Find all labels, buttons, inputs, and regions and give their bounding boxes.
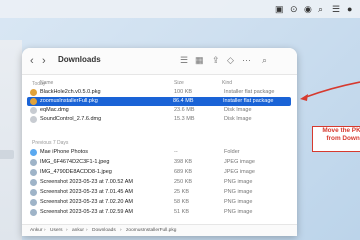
- file-name: IMG_6F4674D2C3F1-1.jpeg: [40, 159, 110, 165]
- file-kind: Disk Image: [224, 107, 252, 113]
- disk-image-icon: [30, 107, 37, 114]
- file-size: 23.6 MB: [174, 107, 195, 113]
- file-size: 100 KB: [174, 89, 193, 95]
- file-name: Mae iPhone Photos: [40, 149, 89, 155]
- file-size: 25 KB: [174, 189, 189, 195]
- menu-bar: ▣ ⊙ ◉ ⌕ ☰ ●: [0, 0, 360, 18]
- section-previous: Previous 7 Days: [32, 140, 69, 146]
- callout-line2: from Downl: [326, 135, 360, 142]
- file-kind: Installer flat package: [223, 98, 274, 104]
- file-name: Screenshot 2023-05-23 at 7.02.59 AM: [40, 209, 133, 215]
- callout-line1: Move the PKG: [322, 127, 360, 134]
- finder-window: ‹ › Downloads ☰ ▦ ⇪ ◇ ⋯ ⌕ Name Size Kind…: [22, 48, 297, 236]
- file-name: BlackHole2ch.v0.5.0.pkg: [40, 89, 101, 95]
- disk-image-icon: [30, 116, 37, 123]
- share-icon[interactable]: ⇪: [212, 54, 220, 66]
- file-row[interactable]: Mae iPhone Photos -- Folder: [28, 148, 297, 157]
- column-header: Name Size Kind: [22, 78, 297, 88]
- tag-icon[interactable]: ◇: [227, 54, 234, 66]
- toolbar: ‹ › Downloads ☰ ▦ ⇪ ◇ ⋯ ⌕: [22, 48, 297, 75]
- path-segment[interactable]: Downloads: [92, 228, 116, 233]
- file-size: --: [174, 149, 178, 155]
- sidebar-pill: [0, 150, 14, 159]
- file-name: IMG_4790DE8ACDD8-1.jpeg: [40, 169, 112, 175]
- file-kind: PNG image: [224, 209, 253, 215]
- file-kind: JPEG image: [224, 169, 255, 175]
- file-name: Screenshot 2023-05-23 at 7.00.52 AM: [40, 179, 133, 185]
- callout-box: Move the PKG from Downl: [312, 126, 360, 152]
- search-icon[interactable]: ⌕: [262, 54, 267, 66]
- package-icon: [30, 98, 37, 105]
- siri-icon[interactable]: ●: [347, 3, 352, 15]
- file-size: 689 KB: [174, 169, 193, 175]
- file-size: 398 KB: [174, 159, 193, 165]
- file-row[interactable]: IMG_4790DE8ACDD8-1.jpeg 689 KB JPEG image: [28, 168, 297, 177]
- file-row[interactable]: BlackHole2ch.v0.5.0.pkg 100 KB Installer f…: [28, 88, 297, 97]
- file-kind: PNG image: [224, 189, 253, 195]
- desktop-left-strip: [0, 40, 22, 240]
- file-name: eqMac.dmg: [40, 107, 69, 113]
- forward-icon[interactable]: ›: [42, 55, 46, 67]
- path-sep: ›: [86, 228, 88, 233]
- list-view-icon[interactable]: ☰: [180, 54, 188, 66]
- path-segment[interactable]: ankur: [72, 228, 84, 233]
- file-kind: JPEG image: [224, 159, 255, 165]
- file-row[interactable]: IMG_6F4674D2C3F1-1.jpeg 398 KB JPEG image: [28, 158, 297, 167]
- file-kind: Folder: [224, 149, 240, 155]
- file-name: Screenshot 2023-05-23 at 7.02.20 AM: [40, 199, 133, 205]
- file-row[interactable]: Screenshot 2023-05-23 at 7.02.20 AM 58 KB…: [28, 198, 297, 207]
- file-name: zoomusInstallerFull.pkg: [40, 98, 98, 104]
- image-icon: [30, 179, 37, 186]
- file-row[interactable]: eqMac.dmg 23.6 MB Disk Image: [28, 106, 297, 115]
- column-kind[interactable]: Kind: [222, 80, 232, 86]
- window-title: Downloads: [58, 55, 101, 64]
- more-icon[interactable]: ⋯: [242, 54, 251, 66]
- back-icon[interactable]: ‹: [30, 55, 34, 67]
- menu-extra-icon[interactable]: ▣: [275, 3, 284, 15]
- wifi-icon[interactable]: ◉: [304, 3, 312, 15]
- image-icon: [30, 189, 37, 196]
- path-sep: ›: [44, 228, 46, 233]
- path-bar: Ankur › Users › ankur › Downloads › zoom…: [22, 224, 297, 236]
- path-segment[interactable]: Users: [50, 228, 63, 233]
- file-row[interactable]: Screenshot 2023-05-23 at 7.01.45 AM 25 KB…: [28, 188, 297, 197]
- search-icon[interactable]: ⌕: [318, 3, 323, 15]
- file-kind: Installer flat package: [224, 89, 275, 95]
- file-size: 15.3 MB: [174, 116, 195, 122]
- file-size: 250 KB: [174, 179, 193, 185]
- toggle-icon[interactable]: ⊙: [290, 3, 298, 15]
- image-icon: [30, 159, 37, 166]
- file-row[interactable]: Screenshot 2023-05-23 at 7.00.52 AM 250 K…: [28, 178, 297, 187]
- file-row[interactable]: zoomusInstallerFull.pkg 86.4 MB Installer …: [27, 97, 291, 106]
- file-size: 58 KB: [174, 199, 189, 205]
- file-kind: Disk Image: [224, 116, 252, 122]
- file-row[interactable]: Screenshot 2023-05-23 at 7.02.59 AM 51 KB…: [28, 208, 297, 217]
- file-size: 86.4 MB: [173, 98, 194, 104]
- group-icon[interactable]: ▦: [195, 54, 204, 66]
- file-name: Screenshot 2023-05-23 at 7.01.45 AM: [40, 189, 133, 195]
- path-segment[interactable]: zoomusInstallerFull.pkg: [126, 228, 176, 233]
- path-segment[interactable]: Ankur: [30, 228, 43, 233]
- file-kind: PNG image: [224, 179, 253, 185]
- file-name: SoundControl_2.7.6.dmg: [40, 116, 102, 122]
- path-sep: ›: [66, 228, 68, 233]
- folder-icon: [30, 149, 37, 156]
- package-icon: [30, 89, 37, 96]
- path-sep: ›: [120, 228, 122, 233]
- section-today: Today: [32, 81, 46, 87]
- image-icon: [30, 169, 37, 176]
- file-kind: PNG image: [224, 199, 253, 205]
- image-icon: [30, 199, 37, 206]
- control-center-icon[interactable]: ☰: [332, 3, 340, 15]
- file-row[interactable]: SoundControl_2.7.6.dmg 15.3 MB Disk Image: [28, 115, 297, 124]
- image-icon: [30, 209, 37, 216]
- column-size[interactable]: Size: [174, 80, 184, 86]
- file-size: 51 KB: [174, 209, 189, 215]
